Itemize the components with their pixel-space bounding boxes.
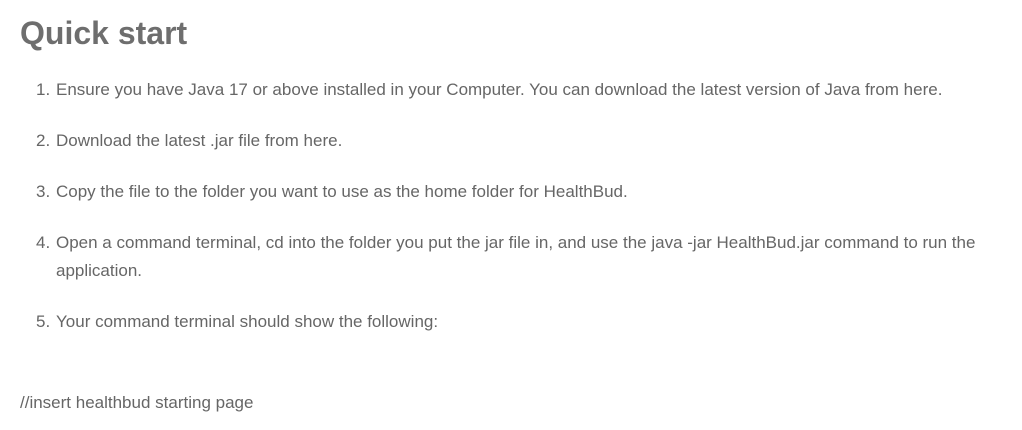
step-number: 5. — [36, 312, 51, 331]
step-item-2: 2. Download the latest .jar file from he… — [20, 127, 990, 155]
step-item-1: 1. Ensure you have Java 17 or above inst… — [20, 76, 990, 104]
step-text: Open a command terminal, cd into the fol… — [56, 233, 976, 280]
step-item-5: 5. Your command terminal should show the… — [20, 308, 990, 336]
step-text: Download the latest .jar file from here. — [56, 131, 343, 150]
step-number: 1. — [36, 80, 51, 99]
step-text: Your command terminal should show the fo… — [56, 312, 439, 331]
step-number: 4. — [36, 233, 51, 252]
step-number: 3. — [36, 182, 51, 201]
step-number: 2. — [36, 131, 51, 150]
placeholder-note: //insert healthbud starting page — [20, 393, 254, 412]
quick-start-page: Quick start 1. Ensure you have Java 17 o… — [0, 0, 1022, 430]
step-text: Copy the file to the folder you want to … — [56, 182, 628, 201]
step-text: Ensure you have Java 17 or above install… — [56, 80, 943, 99]
page-title: Quick start — [20, 15, 188, 51]
step-item-4: 4. Open a command terminal, cd into the … — [20, 229, 990, 285]
quick-start-steps: 1. Ensure you have Java 17 or above inst… — [20, 76, 990, 359]
step-item-3: 3. Copy the file to the folder you want … — [20, 178, 990, 206]
